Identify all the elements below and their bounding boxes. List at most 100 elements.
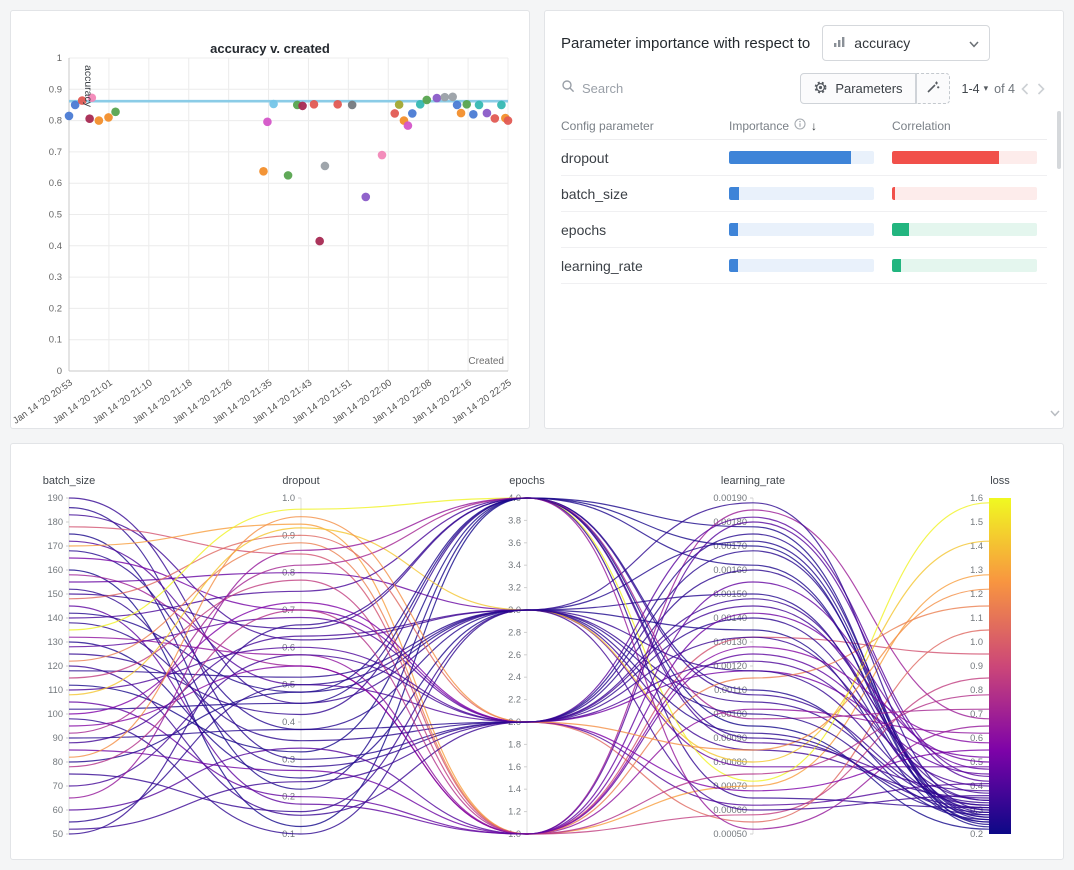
svg-text:0.00190: 0.00190 [713, 493, 747, 503]
pagination-range[interactable]: 1-4 [962, 82, 980, 96]
svg-text:110: 110 [48, 685, 63, 695]
svg-text:1: 1 [57, 53, 62, 64]
parallel-coordinates-chart[interactable]: batch_size 50 60 70 80 90 100 110 120 130 140 150 16… [11, 444, 1063, 859]
svg-text:0.4: 0.4 [49, 241, 62, 252]
svg-text:1.3: 1.3 [970, 565, 983, 575]
svg-text:0.8: 0.8 [49, 116, 62, 127]
magic-wand-icon [926, 80, 940, 97]
svg-text:90: 90 [53, 733, 63, 743]
svg-text:1.0: 1.0 [970, 637, 983, 647]
svg-text:accuracy: accuracy [82, 65, 94, 108]
pagination-total: of 4 [994, 82, 1015, 96]
parallel-coordinates-svg: batch_size 50 60 70 80 90 100 110 120 130 140 150 16… [11, 444, 1063, 859]
svg-text:0.00050: 0.00050 [713, 829, 747, 839]
parallel-coordinates-panel: batch_size 50 60 70 80 90 100 110 120 130 140 150 16… [10, 443, 1064, 860]
search-box [561, 79, 712, 98]
column-header-correlation: Correlation [892, 119, 1047, 133]
importance-bar [729, 259, 874, 272]
dashboard: accuracy v. created 00.10.20.30.40.50.60… [0, 0, 1074, 870]
column-header-importance: Importance [729, 119, 789, 133]
magic-wand-button[interactable] [916, 73, 950, 104]
svg-text:100: 100 [47, 709, 63, 719]
parameters-button[interactable]: Parameters [800, 73, 915, 104]
search-input[interactable] [582, 81, 712, 96]
svg-text:0.2: 0.2 [970, 829, 983, 839]
svg-text:0.6: 0.6 [49, 178, 62, 189]
svg-text:0.1: 0.1 [49, 335, 62, 346]
svg-text:loss: loss [990, 475, 1010, 487]
importance-table-row[interactable]: learning_rate [561, 248, 1047, 284]
importance-table-row[interactable]: dropout [561, 140, 1047, 176]
correlation-bar [892, 151, 1037, 164]
correlation-bar [892, 187, 1037, 200]
metric-dropdown[interactable]: accuracy [822, 25, 990, 61]
bar-chart-icon [833, 35, 846, 51]
svg-text:70: 70 [53, 781, 63, 791]
svg-text:150: 150 [47, 589, 63, 599]
svg-text:0.3: 0.3 [49, 272, 62, 283]
svg-text:0.5: 0.5 [49, 210, 62, 221]
svg-text:2.6: 2.6 [508, 650, 521, 660]
parameters-button-label: Parameters [835, 81, 902, 96]
svg-text:2.4: 2.4 [508, 672, 521, 682]
svg-text:0.9: 0.9 [49, 84, 62, 95]
importance-bar [729, 151, 874, 164]
svg-text:0.7: 0.7 [49, 147, 62, 158]
importance-table-row[interactable]: epochs [561, 212, 1047, 248]
column-header-config-parameter: Config parameter [561, 119, 729, 133]
scroll-down-icon[interactable] [1050, 404, 1060, 422]
config-parameter-name: dropout [561, 150, 729, 166]
svg-text:3.8: 3.8 [508, 515, 521, 525]
scatter-panel: accuracy v. created 00.10.20.30.40.50.60… [10, 10, 530, 429]
importance-table: Config parameter Importance ↓ Correlatio… [561, 112, 1047, 284]
scatter-chart[interactable]: 00.10.20.30.40.50.60.70.80.91Jan 14 '20 … [11, 11, 529, 428]
scatter-plot-svg: 00.10.20.30.40.50.60.70.80.91Jan 14 '20 … [11, 11, 529, 428]
sort-descending-icon[interactable]: ↓ [811, 119, 817, 133]
svg-text:0: 0 [57, 366, 62, 377]
svg-text:160: 160 [47, 565, 63, 575]
svg-text:learning_rate: learning_rate [721, 475, 785, 487]
svg-text:0.2: 0.2 [49, 303, 62, 314]
config-parameter-name: batch_size [561, 186, 729, 202]
svg-text:1.6: 1.6 [508, 762, 521, 772]
importance-bar [729, 187, 874, 200]
correlation-bar [892, 223, 1037, 236]
svg-text:130: 130 [47, 637, 63, 647]
svg-text:2.8: 2.8 [508, 627, 521, 637]
correlation-bar [892, 259, 1037, 272]
parameter-importance-panel: Parameter importance with respect to acc… [544, 10, 1064, 429]
svg-text:2.2: 2.2 [508, 695, 521, 705]
chevron-left-icon[interactable] [1019, 83, 1031, 95]
caret-down-icon[interactable]: ▾ [984, 83, 989, 94]
svg-text:1.6: 1.6 [970, 493, 983, 503]
metric-dropdown-value: accuracy [854, 35, 961, 51]
svg-text:180: 180 [47, 517, 63, 527]
svg-text:3.6: 3.6 [508, 538, 521, 548]
svg-text:1.1: 1.1 [970, 613, 983, 623]
svg-text:0.4: 0.4 [282, 717, 295, 727]
svg-text:0.8: 0.8 [970, 685, 983, 695]
svg-text:1.5: 1.5 [970, 517, 983, 527]
chevron-right-icon[interactable] [1035, 83, 1047, 95]
scrollbar-thumb[interactable] [1057, 111, 1061, 169]
svg-text:Created: Created [468, 356, 504, 367]
svg-text:1.8: 1.8 [508, 739, 521, 749]
gear-icon [813, 80, 828, 98]
svg-text:3.4: 3.4 [508, 560, 521, 570]
svg-text:batch_size: batch_size [43, 475, 96, 487]
svg-text:1.4: 1.4 [508, 784, 521, 794]
config-parameter-name: epochs [561, 222, 729, 238]
svg-text:3.2: 3.2 [508, 583, 521, 593]
svg-text:1.2: 1.2 [508, 807, 521, 817]
svg-text:60: 60 [53, 805, 63, 815]
importance-panel-title: Parameter importance with respect to [561, 35, 810, 52]
svg-text:120: 120 [47, 661, 63, 671]
svg-text:140: 140 [47, 613, 63, 623]
svg-text:50: 50 [53, 829, 63, 839]
importance-table-row[interactable]: batch_size [561, 176, 1047, 212]
svg-text:190: 190 [47, 493, 63, 503]
svg-text:0.9: 0.9 [970, 661, 983, 671]
info-icon[interactable] [794, 118, 806, 133]
chevron-down-icon [969, 36, 979, 51]
svg-text:80: 80 [53, 757, 63, 767]
